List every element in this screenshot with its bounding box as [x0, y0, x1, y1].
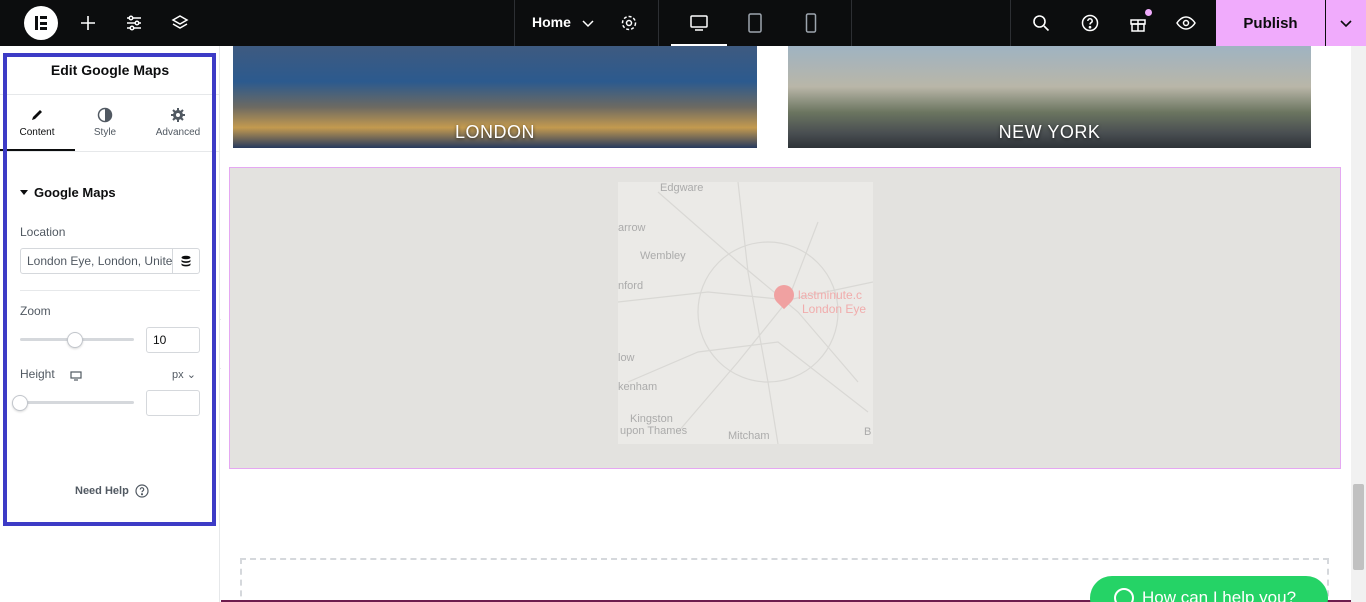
whats-new-gift-icon[interactable] [1126, 9, 1152, 35]
page-settings-gear-icon[interactable] [617, 11, 641, 35]
page-name[interactable]: Home [532, 14, 571, 30]
publish-options-chevron-icon[interactable] [1326, 0, 1366, 46]
city-title: NEW YORK [998, 122, 1101, 142]
google-map-widget[interactable]: Edgware arrow Wembley nford low kenham K… [229, 167, 1341, 469]
panel-highlight-frame [3, 53, 216, 526]
scrollbar-thumb[interactable] [1353, 484, 1364, 570]
map-tile: Edgware arrow Wembley nford low kenham K… [618, 182, 873, 444]
chevron-down-icon[interactable] [576, 11, 600, 35]
city-title: LONDON [454, 122, 535, 142]
site-settings-icon[interactable] [122, 11, 146, 35]
whatsapp-icon [1114, 588, 1134, 602]
top-bar: Home Publish [0, 0, 1366, 46]
preview-eye-icon[interactable] [1174, 11, 1198, 35]
desktop-icon[interactable] [687, 11, 711, 35]
publish-button[interactable]: Publish [1216, 0, 1325, 46]
mobile-icon[interactable] [799, 11, 823, 35]
search-icon[interactable] [1029, 11, 1053, 35]
city-image-london[interactable]: LONDON [233, 46, 757, 148]
canvas-scrollbar[interactable] [1351, 46, 1366, 602]
tablet-icon[interactable] [743, 11, 767, 35]
add-icon[interactable] [76, 11, 100, 35]
whatsapp-chat-button[interactable]: How can I help you? [1090, 576, 1328, 602]
preview-canvas: LONDON NEW YORK Edgware arrow Wembley nf… [221, 46, 1351, 602]
elementor-logo-icon[interactable] [24, 6, 58, 40]
help-icon[interactable] [1078, 11, 1102, 35]
city-image-new-york[interactable]: NEW YORK [788, 46, 1311, 148]
layers-icon[interactable] [168, 11, 192, 35]
